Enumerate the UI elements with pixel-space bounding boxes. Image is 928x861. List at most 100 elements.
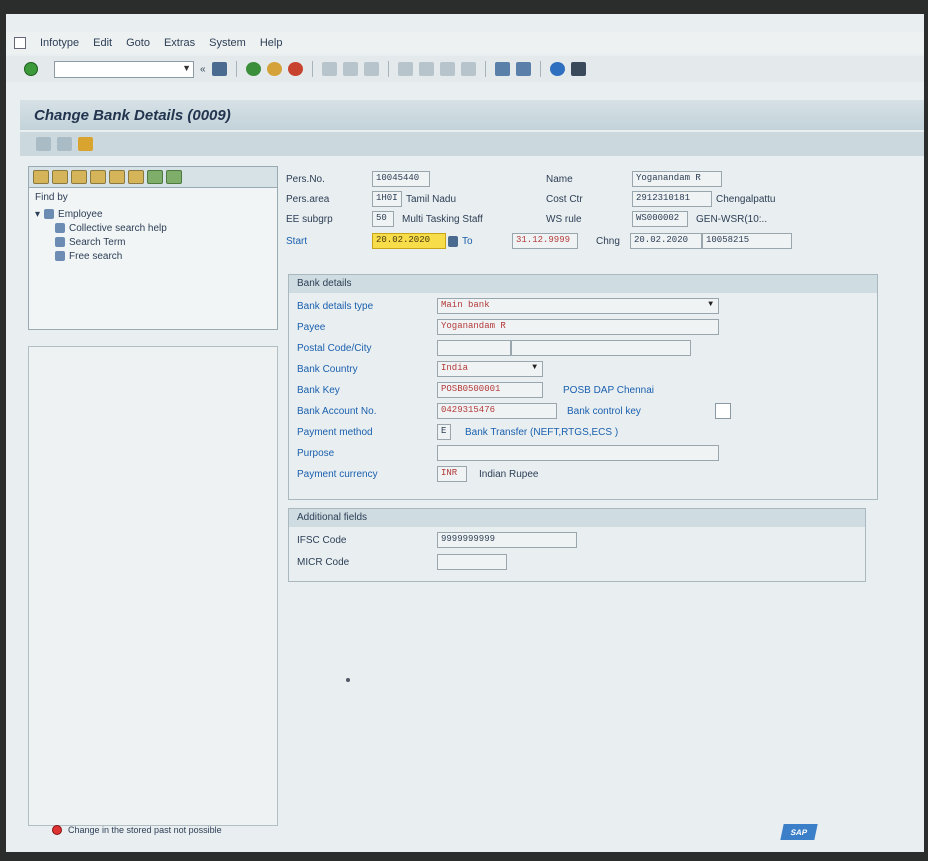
menu-goto[interactable]: Goto — [126, 37, 150, 49]
bank-type-select[interactable]: Main bank ▼ — [437, 298, 719, 314]
city-field[interactable] — [511, 340, 691, 356]
binoculars-icon — [55, 237, 65, 247]
deselect-icon[interactable] — [52, 170, 68, 184]
chevron-down-icon[interactable]: ▼ — [532, 363, 539, 375]
calendar-icon[interactable] — [448, 235, 458, 247]
menu-edit[interactable]: Edit — [93, 37, 112, 49]
refresh-icon[interactable] — [128, 170, 144, 184]
postal-code-field[interactable] — [437, 340, 511, 356]
layout-icon[interactable] — [570, 62, 586, 76]
currency-row: Payment currency INR Indian Rupee — [297, 465, 539, 483]
menu-help[interactable]: Help — [260, 37, 283, 49]
next-page-icon[interactable] — [439, 62, 455, 76]
folder-icon[interactable] — [71, 170, 87, 184]
wsrule-row: WS rule WS000002 GEN-WSR(10:.. — [546, 210, 767, 228]
wsrule-text: GEN-WSR(10:.. — [696, 213, 768, 225]
filter-icon[interactable] — [147, 170, 163, 184]
bank-details-title: Bank details — [289, 275, 877, 293]
currency-text: Indian Rupee — [479, 468, 539, 480]
help-icon[interactable] — [549, 62, 565, 76]
chevron-down-icon[interactable]: ▼ — [708, 300, 715, 312]
persarea-text: Tamil Nadu — [406, 193, 457, 205]
display-change-icon[interactable] — [36, 137, 51, 151]
bank-key-field[interactable]: POSB0500001 — [437, 382, 543, 398]
postal-label: Postal Code/City — [297, 342, 372, 354]
save-icon[interactable] — [211, 62, 227, 76]
shortcut-icon[interactable] — [515, 62, 531, 76]
method-field[interactable]: E — [437, 424, 451, 440]
micr-row: MICR Code — [297, 553, 507, 571]
expand-arrow-icon[interactable]: ▾ — [35, 209, 40, 220]
enter-icon[interactable] — [24, 62, 38, 76]
control-key-label: Bank control key — [567, 405, 641, 417]
persarea-label: Pers.area — [286, 193, 330, 205]
persno-label: Pers.No. — [286, 173, 325, 185]
menu-infotype[interactable]: Infotype — [40, 37, 79, 49]
previous-page-icon[interactable] — [418, 62, 434, 76]
select-all-icon[interactable] — [33, 170, 49, 184]
end-date-field[interactable]: 31.12.9999 — [512, 233, 578, 249]
sap-logo: SAP — [780, 824, 818, 840]
tree-node-free-search[interactable]: Free search — [35, 249, 271, 263]
chevron-down-icon[interactable]: ▼ — [182, 63, 191, 73]
tree-label: Collective search help — [69, 222, 167, 234]
currency-field[interactable]: INR — [437, 466, 467, 482]
menu-system[interactable]: System — [209, 37, 246, 49]
binoculars-icon — [55, 223, 65, 233]
chng-date-field: 20.02.2020 — [630, 233, 702, 249]
micr-field[interactable] — [437, 554, 507, 570]
country-value: India — [441, 363, 469, 373]
bank-details-group: Bank details Bank details type Main bank… — [288, 274, 878, 500]
bank-key-row: Bank Key POSB0500001 POSB DAP Chennai — [297, 381, 654, 399]
currency-label: Payment currency — [297, 468, 378, 480]
toolbar-separator — [539, 61, 541, 77]
standard-toolbar: ▼ « — [6, 56, 924, 82]
object-manager: Find by ▾ Employee Collective search hel… — [28, 166, 278, 826]
menu-extras[interactable]: Extras — [164, 37, 195, 49]
additional-fields-title: Additional fields — [289, 509, 865, 527]
expand-icon[interactable] — [90, 170, 106, 184]
name-label: Name — [546, 173, 573, 185]
last-page-icon[interactable] — [460, 62, 476, 76]
bank-icon[interactable] — [78, 137, 93, 151]
toolbar-separator — [484, 61, 486, 77]
start-label: Start — [286, 235, 308, 247]
start-date-field[interactable]: 20.02.2020 — [372, 233, 446, 249]
tree-node-employee[interactable]: ▾ Employee — [35, 207, 271, 221]
print-icon[interactable] — [321, 62, 337, 76]
collapse-icon[interactable] — [109, 170, 125, 184]
payee-field[interactable]: Yoganandam R — [437, 319, 719, 335]
name-field: Yoganandam R — [632, 171, 722, 187]
bank-key-text: POSB DAP Chennai — [563, 384, 654, 396]
eesubgrp-row: EE subgrp 50 Multi Tasking Staff — [286, 210, 483, 228]
search-icon[interactable] — [166, 170, 182, 184]
overview-icon[interactable] — [57, 137, 72, 151]
wsrule-label: WS rule — [546, 213, 582, 225]
tree-node-search-term[interactable]: Search Term — [35, 235, 271, 249]
purpose-field[interactable] — [437, 445, 719, 461]
find-next-icon[interactable] — [363, 62, 379, 76]
binoculars-icon — [55, 251, 65, 261]
command-field[interactable]: ▼ — [54, 60, 194, 78]
persarea-code: 1H0I — [372, 191, 402, 207]
account-field[interactable]: 0429315476 — [437, 403, 557, 419]
toolbar-separator — [235, 61, 237, 77]
method-text: Bank Transfer (NEFT,RTGS,ECS ) — [465, 426, 619, 438]
ifsc-field[interactable]: 9999999999 — [437, 532, 577, 548]
exit-icon[interactable] — [266, 62, 282, 76]
first-page-icon[interactable] — [397, 62, 413, 76]
employee-header: Pers.No. 10045440 Name Yoganandam R Pers… — [286, 166, 866, 258]
payee-label: Payee — [297, 321, 326, 333]
back-icon[interactable] — [245, 62, 261, 76]
country-select[interactable]: India ▼ — [437, 361, 543, 377]
prev-icon[interactable]: « — [200, 64, 206, 75]
status-message[interactable]: Change in the stored past not possible — [68, 825, 222, 835]
system-menu-icon[interactable] — [14, 37, 26, 49]
people-icon — [44, 209, 55, 219]
tree-node-collective-search[interactable]: Collective search help — [35, 221, 271, 235]
control-key-field[interactable] — [715, 403, 731, 419]
cancel-icon[interactable] — [287, 62, 303, 76]
bank-type-row: Bank details type Main bank ▼ — [297, 297, 719, 315]
new-session-icon[interactable] — [494, 62, 510, 76]
find-icon[interactable] — [342, 62, 358, 76]
